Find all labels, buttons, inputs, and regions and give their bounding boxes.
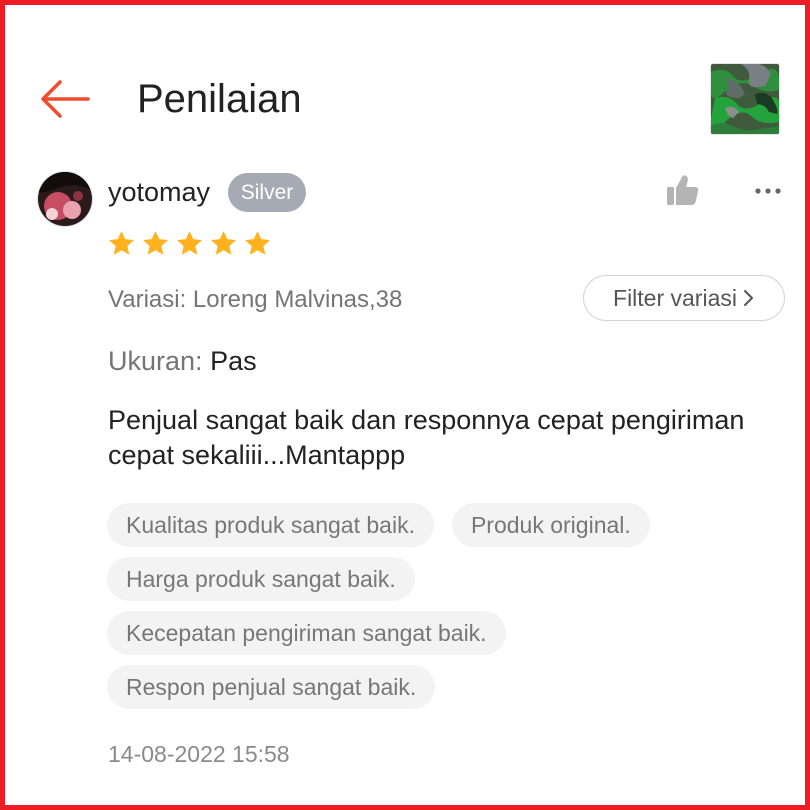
star-icon bbox=[175, 229, 204, 259]
review-tag: Harga produk sangat baik. bbox=[107, 557, 415, 601]
membership-badge: Silver bbox=[228, 173, 306, 212]
filter-variation-label: Filter variasi bbox=[613, 284, 737, 311]
page-title: Penilaian bbox=[137, 77, 302, 121]
size-row: Ukuran: Pas bbox=[108, 344, 257, 378]
camouflage-product-image bbox=[711, 64, 779, 134]
back-button[interactable] bbox=[35, 73, 93, 125]
star-icon bbox=[209, 229, 238, 259]
product-thumbnail[interactable] bbox=[710, 63, 780, 135]
review-tag: Produk original. bbox=[451, 503, 650, 547]
star-icon bbox=[141, 229, 170, 259]
size-value: Pas bbox=[210, 346, 257, 376]
filter-variation-button[interactable]: Filter variasi bbox=[583, 275, 785, 321]
user-avatar-image bbox=[38, 172, 92, 226]
thumbs-up-icon bbox=[667, 175, 699, 205]
review-tag: Kualitas produk sangat baik. bbox=[107, 503, 434, 547]
arrow-left-icon bbox=[41, 80, 90, 118]
star-icon bbox=[107, 229, 136, 259]
star-rating bbox=[107, 229, 272, 259]
review-tags: Kualitas produk sangat baik. Produk orig… bbox=[107, 503, 767, 709]
star-icon bbox=[243, 229, 272, 259]
review-tag: Respon penjual sangat baik. bbox=[107, 665, 436, 709]
like-button[interactable] bbox=[665, 173, 701, 209]
variation-text: Variasi: Loreng Malvinas,38 bbox=[108, 286, 403, 313]
more-dots-icon bbox=[755, 188, 781, 194]
more-options-button[interactable] bbox=[753, 181, 783, 201]
app-frame: Penilaian yotomay Silver Variasi: Loreng… bbox=[0, 0, 810, 810]
avatar[interactable] bbox=[37, 171, 93, 227]
review-tag: Kecepatan pengiriman sangat baik. bbox=[107, 611, 506, 655]
review-text: Penjual sangat baik dan responnya cepat … bbox=[108, 405, 745, 470]
size-label: Ukuran: bbox=[108, 346, 203, 376]
chevron-right-icon bbox=[743, 290, 753, 306]
review-timestamp: 14-08-2022 15:58 bbox=[108, 741, 290, 767]
username[interactable]: yotomay bbox=[108, 175, 210, 209]
